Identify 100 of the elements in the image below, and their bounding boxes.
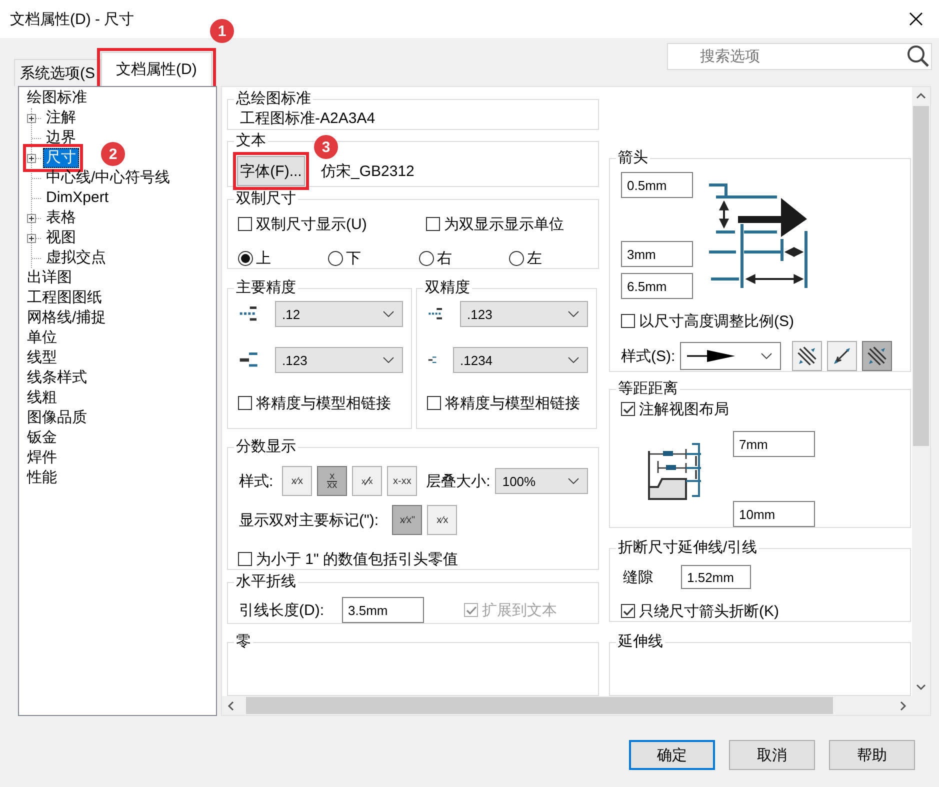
- dual-mark-button[interactable]: x⁄x: [427, 505, 458, 535]
- tree-item[interactable]: 尺寸: [43, 148, 79, 168]
- group-title: 文本: [235, 131, 267, 151]
- arrow-placement-button[interactable]: [792, 341, 822, 371]
- text-field[interactable]: 3.5mm: [342, 597, 424, 623]
- arrow-placement-button[interactable]: [862, 341, 892, 371]
- scroll-left-icon[interactable]: [226, 700, 236, 710]
- tree-item[interactable]: 中心线/中心符号线: [43, 168, 174, 188]
- expand-icon[interactable]: [27, 154, 36, 162]
- caret-icon: [568, 478, 580, 484]
- stack-size-dropdown[interactable]: 100%: [495, 468, 588, 494]
- group-title: 延伸线: [617, 632, 664, 652]
- radio-label: 下: [346, 248, 361, 268]
- caret-icon: [761, 353, 772, 359]
- checkbox[interactable]: [238, 396, 252, 410]
- scroll-down-icon[interactable]: [916, 682, 926, 692]
- radio-button[interactable]: [238, 250, 253, 266]
- tab[interactable]: 文档属性(D): [101, 52, 212, 86]
- field-label: 缝隙: [623, 568, 654, 586]
- tree-item[interactable]: 边界: [43, 128, 79, 148]
- tree-item[interactable]: 单位: [24, 328, 60, 348]
- fraction-style-button[interactable]: x xx: [317, 466, 348, 496]
- arrow-style-dropdown[interactable]: [680, 342, 782, 370]
- tree-item[interactable]: 线型: [24, 348, 60, 368]
- vertical-scrollbar[interactable]: [912, 87, 930, 696]
- group-title: 零: [235, 632, 252, 652]
- standard-value: 工程图标准-A2A3A4: [239, 109, 376, 129]
- close-icon[interactable]: [909, 12, 923, 26]
- expand-icon[interactable]: [27, 214, 36, 222]
- group-title: 双精度: [424, 278, 471, 298]
- offset-distance-field[interactable]: 10mm: [733, 501, 815, 527]
- tree-item[interactable]: 焊件: [24, 448, 60, 468]
- scrollbar-thumb[interactable]: [246, 697, 833, 714]
- arrow-size-field[interactable]: 0.5mm: [621, 172, 693, 198]
- dialog-button[interactable]: 确定: [629, 740, 715, 770]
- tree-item[interactable]: DimXpert: [43, 188, 112, 208]
- group-title: 折断尺寸延伸线/引线: [617, 538, 758, 558]
- tree-item[interactable]: 虚拟交点: [43, 248, 109, 268]
- checkbox-label: 注解视图布局: [639, 400, 729, 418]
- tree-item[interactable]: 视图: [43, 228, 79, 248]
- fraction-style-button[interactable]: x⁄x: [282, 466, 312, 496]
- search-field[interactable]: 搜索选项: [667, 43, 932, 70]
- arrow-size-field[interactable]: 3mm: [621, 241, 693, 267]
- text-field[interactable]: 1.52mm: [681, 565, 751, 589]
- radio-label: 右: [437, 248, 452, 268]
- caret-icon: [383, 311, 394, 317]
- field-label: 层叠大小:: [426, 472, 490, 490]
- dialog-button[interactable]: 帮助: [829, 740, 915, 770]
- group-title: 总绘图标准: [235, 89, 312, 109]
- checkbox[interactable]: [621, 604, 635, 618]
- checkbox[interactable]: [426, 217, 440, 231]
- field-label: 样式(S):: [621, 346, 676, 366]
- tree-item[interactable]: 线粗: [24, 388, 60, 408]
- field-label: 显示双对主要标记("):: [239, 510, 378, 530]
- window-title: 文档属性(D) - 尺寸: [10, 10, 134, 28]
- dialog-button[interactable]: 取消: [729, 740, 815, 770]
- group-title: 分数显示: [235, 437, 297, 457]
- arrow-size-field[interactable]: 6.5mm: [621, 273, 693, 299]
- tree-item[interactable]: 图像品质: [24, 408, 90, 428]
- offset-distance-field[interactable]: 7mm: [733, 431, 815, 457]
- dual-mark-button[interactable]: x⁄x": [392, 505, 422, 535]
- font-button[interactable]: 字体(F)...: [237, 156, 305, 186]
- tolerance-dropdown[interactable]: .1234: [453, 347, 588, 373]
- checkbox[interactable]: [621, 402, 635, 416]
- checkbox-label: 双制尺寸显示(U): [256, 214, 367, 234]
- caret-icon: [568, 357, 579, 363]
- tree-item[interactable]: 网格线/捕捉: [24, 308, 110, 328]
- precision-dropdown[interactable]: .123: [460, 301, 588, 327]
- radio-button[interactable]: [328, 250, 343, 266]
- fraction-style-button[interactable]: x-xx: [387, 466, 418, 496]
- tree-item[interactable]: 表格: [43, 208, 79, 228]
- precision-dropdown[interactable]: .12: [275, 301, 403, 327]
- field-label: 样式:: [239, 472, 274, 490]
- expand-icon[interactable]: [27, 114, 36, 122]
- group-title: 水平折线: [235, 572, 297, 592]
- radio-label: 左: [527, 248, 542, 268]
- radio-button[interactable]: [509, 250, 524, 266]
- tolerance-dropdown[interactable]: .123: [275, 347, 403, 373]
- tree-item[interactable]: 线条样式: [24, 368, 90, 388]
- scrollbar-thumb[interactable]: [913, 106, 929, 446]
- search-icon[interactable]: [907, 45, 929, 67]
- checkbox[interactable]: [238, 217, 252, 231]
- tree-item[interactable]: 注解: [43, 108, 79, 128]
- checkbox-label: 以尺寸高度调整比例(S): [639, 312, 794, 330]
- tree-item[interactable]: 性能: [24, 468, 60, 488]
- expand-icon[interactable]: [27, 234, 36, 242]
- arrow-placement-button[interactable]: [827, 341, 858, 371]
- tree-item[interactable]: 绘图标准: [24, 88, 90, 108]
- tree-item[interactable]: 出详图: [24, 268, 75, 288]
- scroll-right-icon[interactable]: [898, 700, 908, 710]
- scroll-up-icon[interactable]: [916, 91, 926, 101]
- tree-item[interactable]: 钣金: [24, 428, 60, 448]
- tree-item[interactable]: 工程图图纸: [24, 288, 105, 308]
- tab[interactable]: 系统选项(S: [14, 59, 101, 86]
- checkbox[interactable]: [238, 552, 252, 566]
- checkbox[interactable]: [427, 396, 441, 410]
- checkbox-label: 将精度与模型相链接: [445, 394, 580, 412]
- radio-button[interactable]: [419, 250, 434, 266]
- checkbox[interactable]: [621, 314, 635, 328]
- horizontal-scrollbar[interactable]: [222, 696, 912, 715]
